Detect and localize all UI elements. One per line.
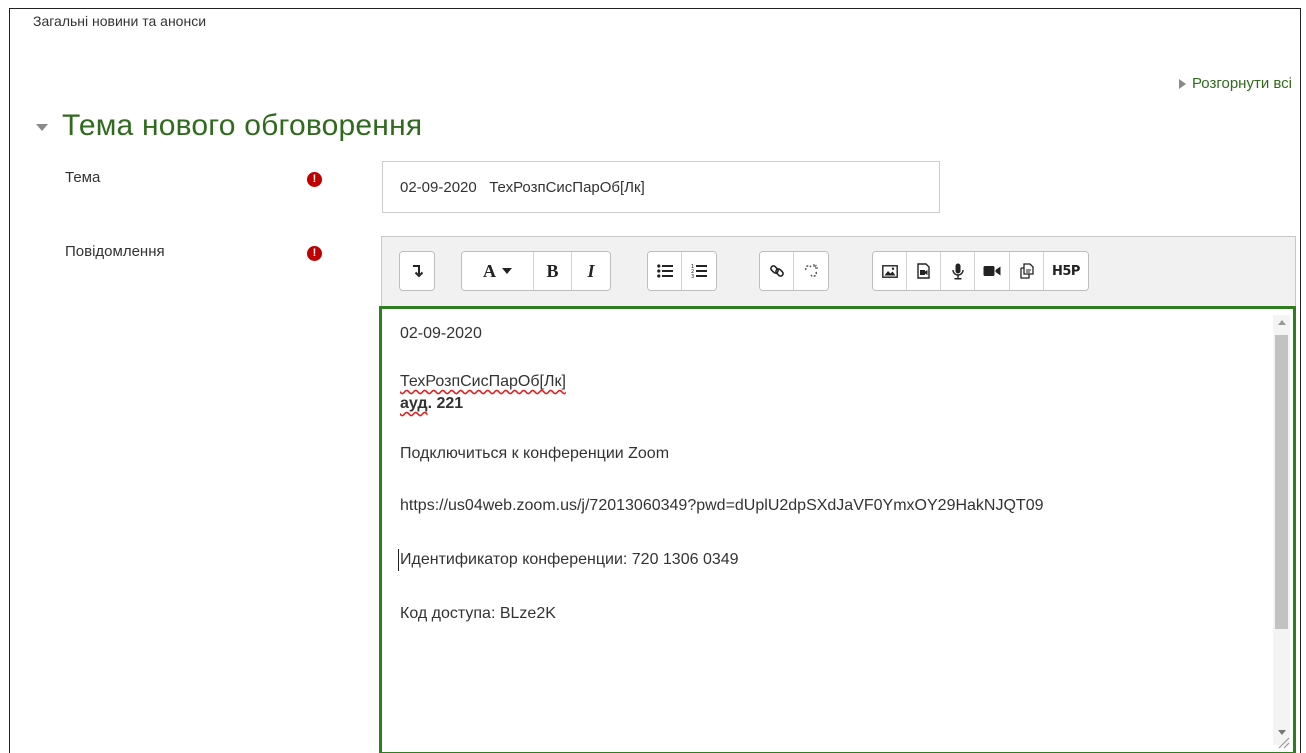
forum-breadcrumb-link[interactable]: Загальні новини та анонси [33,13,206,29]
editor-meeting-id-line: Идентификатор конференции: 720 1306 0349 [398,549,1260,571]
record-video-icon [983,266,1001,276]
course-code-text: ТехРозпСисПарОб[Лк] [400,373,566,390]
unordered-list-button[interactable] [648,252,682,290]
subject-input[interactable] [382,161,940,213]
record-audio-button[interactable] [941,252,975,290]
media-icon [917,263,930,279]
insert-image-button[interactable] [873,252,907,290]
italic-button[interactable]: I [572,252,610,290]
editor-scrollbar[interactable] [1273,315,1290,745]
unlink-button[interactable] [794,252,828,290]
expand-all-link[interactable]: Розгорнути всі [1178,75,1292,92]
toolbar-group-format: A B I [461,251,611,291]
toolbar-group-media: H5P [872,251,1089,291]
editor-access-code-line: Код доступа: BLze2K [400,605,556,622]
chevron-down-icon [502,268,512,274]
editor-toolbar: A B I 1 2 3 H5P [381,236,1296,306]
manage-files-icon [1019,263,1034,279]
link-icon [769,265,784,277]
svg-text:3: 3 [691,274,694,279]
page-frame: Загальні новини та анонси Розгорнути всі… [9,8,1301,753]
h5p-button[interactable]: H5P [1044,252,1088,290]
room-prefix-text: ауд [400,395,428,412]
bold-button[interactable]: B [534,252,572,290]
ordered-list-icon: 1 2 3 [691,264,707,279]
record-video-button[interactable] [975,252,1010,290]
caret-right-icon [1178,78,1186,89]
editor-zoom-line: Подключиться к конференции Zoom [400,445,670,462]
manage-files-button[interactable] [1010,252,1044,290]
message-editor[interactable]: 02-09-2020 ТехРозпСисПарОб[Лк] ауд. 221 … [379,306,1296,753]
h5p-icon: H5P [1052,263,1080,279]
font-style-label: A [483,260,496,281]
record-audio-icon [951,263,964,279]
required-subject-icon: ! [307,172,322,187]
toolbar-group-collapse [399,251,435,291]
caret-down-icon [36,123,48,131]
editor-zoom-url: https://us04web.zoom.us/j/72013060349?pw… [400,497,1044,514]
message-label: Повідомлення [65,243,165,260]
editor-content[interactable]: 02-09-2020 ТехРозпСисПарОб[Лк] ауд. 221 … [398,323,1260,625]
unordered-list-icon [656,264,673,278]
toolbar-group-lists: 1 2 3 [647,251,717,291]
ordered-list-button[interactable]: 1 2 3 [682,252,716,290]
scroll-up-icon[interactable] [1278,320,1286,325]
section-header[interactable]: Тема нового обговорення [36,109,422,143]
expand-all-label: Розгорнути всі [1191,75,1292,92]
editor-course-line: ТехРозпСисПарОб[Лк] [400,371,1260,393]
font-style-dropdown[interactable]: A [462,252,534,290]
subject-label: Тема [65,169,101,186]
collapse-toolbar-button[interactable] [400,252,434,290]
link-button[interactable] [760,252,794,290]
resize-grip-icon[interactable] [1276,735,1290,749]
editor-date-line: 02-09-2020 [400,325,482,342]
toolbar-group-links [759,251,829,291]
scrollbar-thumb[interactable] [1275,335,1288,629]
insert-media-button[interactable] [907,252,941,290]
room-rest-text: . 221 [427,395,464,412]
unlink-icon [804,264,818,278]
editor-room-line: ауд. 221 [400,393,1260,415]
collapse-toolbar-icon [413,265,423,278]
section-title: Тема нового обговорення [62,109,423,142]
required-message-icon: ! [307,246,322,261]
image-icon [881,264,898,278]
